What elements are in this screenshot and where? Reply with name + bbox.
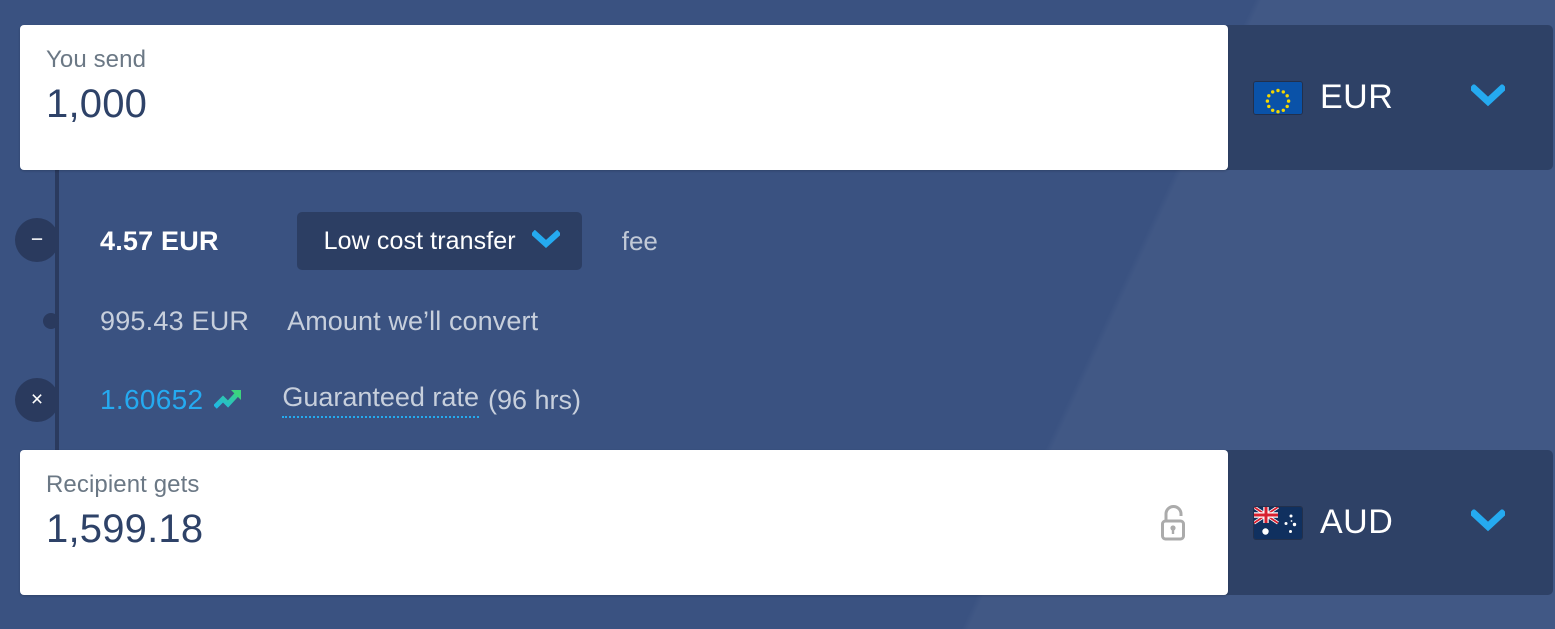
exchange-rate-value: 1.60652 [100,384,204,415]
fee-row: 4.57 EUR Low cost transfer fee [100,212,658,270]
receive-row: Recipient gets 1,599.18 AUD [20,450,1555,595]
chevron-down-icon[interactable] [1469,508,1507,536]
guaranteed-rate-link[interactable]: Guaranteed rate [282,382,479,418]
au-flag-icon [1254,506,1302,539]
convert-label: Amount we’ll convert [287,305,539,336]
multiply-operator-node: × [15,378,59,422]
receive-amount-box[interactable]: Recipient gets 1,599.18 [20,450,1228,595]
receive-label: Recipient gets [46,471,200,498]
currency-calculator: − × You send 1,000 EUR 4.57 EUR Low cost… [15,25,1555,597]
unlocked-padlock-icon[interactable] [1156,503,1190,543]
rate-row: 1.60652 Guaranteed rate (96 hrs) [100,378,581,422]
receive-amount-input[interactable]: 1,599.18 [46,506,1202,552]
multiply-glyph: × [30,387,44,411]
chevron-down-icon[interactable] [530,229,561,253]
fee-amount: 4.57 EUR [100,225,219,256]
chevron-down-icon[interactable] [1469,83,1507,111]
receive-currency-selector[interactable]: AUD [1226,450,1553,595]
transfer-option-label: Low cost transfer [323,226,516,255]
transfer-option-dropdown[interactable]: Low cost transfer [296,212,582,270]
send-currency-selector[interactable]: EUR [1226,25,1553,170]
send-row: You send 1,000 EUR [20,25,1555,170]
eu-flag-icon [1254,81,1302,114]
fee-suffix-label: fee [621,225,658,256]
send-currency-code: EUR [1320,78,1394,116]
send-label: You send [46,46,147,73]
dot-node [43,313,59,329]
minus-operator-node: − [15,218,59,262]
send-amount-input[interactable]: 1,000 [46,81,1202,127]
convert-amount: 995.43 EUR [100,305,250,336]
receive-currency-code: AUD [1320,503,1394,541]
send-amount-box[interactable]: You send 1,000 [20,25,1228,170]
convert-row: 995.43 EUR Amount we’ll convert [100,300,538,342]
trend-up-icon[interactable] [213,387,244,413]
minus-glyph: − [30,227,44,251]
rate-duration: (96 hrs) [487,384,581,415]
